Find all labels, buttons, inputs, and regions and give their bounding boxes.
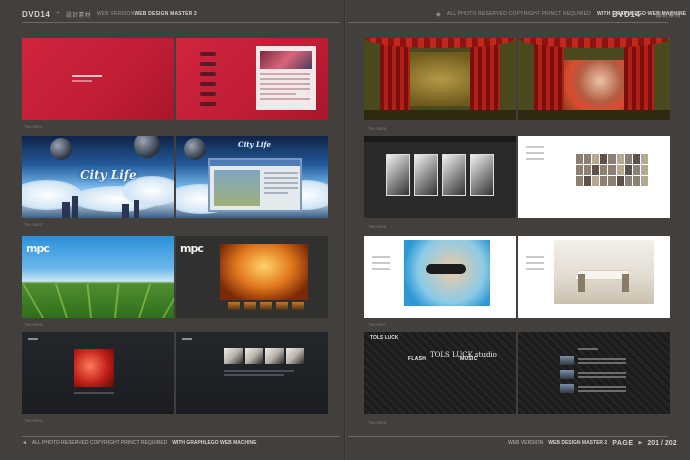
fire-hero-image — [220, 244, 308, 300]
studio-wordmark: TOLS LUCK studio — [430, 351, 497, 359]
content-window — [208, 158, 302, 212]
header-rule-right — [348, 22, 668, 23]
dvd-label: DVD14 — [612, 9, 641, 19]
mpc-logo: mpc — [180, 242, 204, 255]
copyright-text: ALL PHOTO RESERVED COPYRIGHT PRINCT REQU… — [31, 440, 168, 446]
series-name: WEB DESIGN MASTER 2 — [548, 440, 608, 446]
panel-image — [260, 51, 312, 69]
magazine-spread: DVD14 + 設計素材 WEB VERSIONWEB DESIGN MASTE… — [0, 0, 690, 460]
menu-flash: FLASH — [408, 356, 427, 362]
mpc-logo: mpc — [26, 242, 50, 255]
news-list — [558, 344, 630, 406]
site-title: City Life — [238, 140, 272, 149]
red-portrait — [74, 349, 114, 387]
tile-mpc-home: mpc — [22, 236, 174, 318]
tile-caption: TW-0004 — [24, 418, 43, 423]
right-page-footer: WEB VERSION WEB DESIGN MASTER 2 PAGE ▶ 2… — [508, 437, 677, 449]
photo-grid — [576, 154, 648, 186]
tile-city-life-home: City Life — [22, 136, 174, 218]
category-label: 設計素材 — [66, 12, 91, 19]
content-panel — [256, 46, 316, 110]
planet-orb — [134, 136, 160, 158]
tile-red-home — [22, 38, 174, 120]
studio-logo: TOLS LUCK — [370, 335, 399, 341]
tile-curtain-inner — [518, 38, 670, 120]
header-separator: + — [646, 11, 651, 17]
header-arrow-icon: ◆ — [436, 11, 441, 18]
tile-gallery-home — [364, 136, 516, 218]
title-line — [72, 80, 92, 82]
header-separator: + — [56, 11, 61, 17]
site-title: City Life — [80, 168, 137, 182]
tile-caption: TW-0007 — [368, 322, 387, 327]
sunglasses-shape — [426, 264, 466, 274]
category-label: 設計素材 — [656, 12, 681, 19]
series-name: WEB DESIGN MASTER 2 — [134, 11, 198, 17]
tile-studio-inner — [518, 332, 670, 414]
series-prefix: WEB VERSION — [508, 440, 544, 446]
page-numbers: 201 / 202 — [647, 439, 677, 447]
tile-city-life-inner: City Life — [176, 136, 328, 218]
copyright-text: ALL PHOTO RESERVED COPYRIGHT PRINCT REQU… — [446, 11, 591, 17]
page-gutter — [344, 0, 346, 460]
side-menu — [200, 52, 216, 112]
footer-arrow-icon: ◄ — [22, 440, 27, 446]
left-page-header: DVD14 + 設計素材 WEB VERSIONWEB DESIGN MASTE… — [22, 7, 197, 21]
series-prefix: WEB VERSION — [96, 11, 135, 17]
tile-caption: TW-0005 — [368, 126, 387, 131]
planet-orb — [50, 138, 72, 160]
series-title: WEB VERSIONWEB DESIGN MASTER 2 — [97, 11, 197, 17]
tile-dark-inner — [176, 332, 328, 414]
page-arrow-icon: ▶ — [638, 440, 643, 446]
page-label: PAGE — [612, 439, 634, 447]
tile-caption: TW-0006 — [368, 224, 387, 229]
header-rule-left — [22, 22, 340, 23]
dvd-label: DVD14 — [22, 9, 51, 19]
building-photo — [214, 170, 260, 206]
tile-caption: TW-0003 — [24, 322, 43, 327]
tile-caption: TW-0008 — [368, 420, 387, 425]
tile-dark-home — [22, 332, 174, 414]
right-dvd-block: DVD14 + 設計素材 — [612, 7, 681, 21]
tile-curtain-home — [364, 38, 516, 120]
tile-gallery-grid — [518, 136, 670, 218]
tile-red-inner — [176, 38, 328, 120]
studio-name: WITH GRAPHLEGO WEB MACHINE — [172, 440, 257, 446]
tile-mpc-inner: mpc — [176, 236, 328, 318]
tile-studio-home: TOLS LUCK FLASH MUSIC TOLS LUCK studio — [364, 332, 516, 414]
tile-caption: TW-0001 — [24, 124, 43, 129]
left-page-footer: ◄ ALL PHOTO RESERVED COPYRIGHT PRINCT RE… — [22, 437, 256, 449]
tile-interior — [518, 236, 670, 318]
tile-caption: TW-0002 — [24, 222, 43, 227]
tile-sunglasses — [364, 236, 516, 318]
title-line — [72, 75, 102, 77]
face-thumbnails — [224, 348, 304, 364]
